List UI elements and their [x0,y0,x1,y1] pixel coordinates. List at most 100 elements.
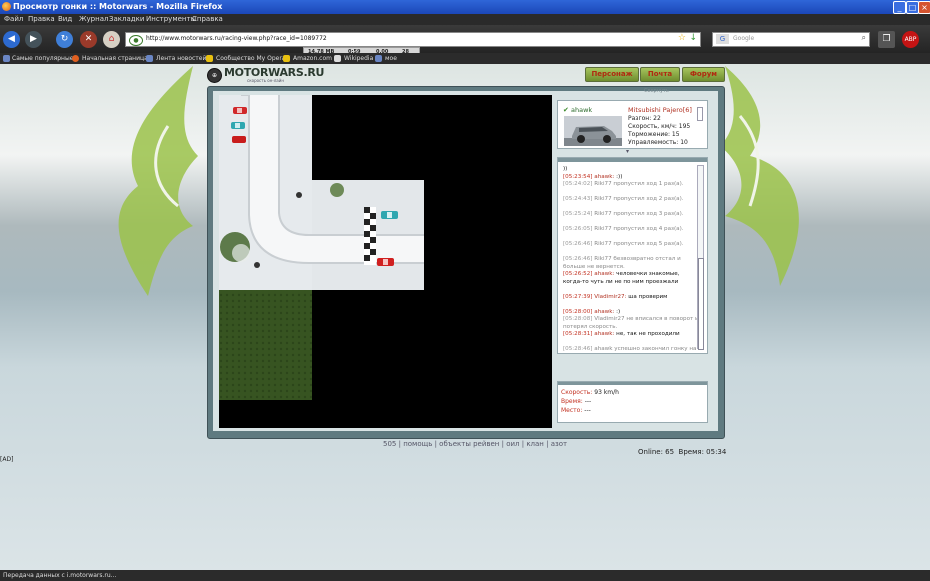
chat-message: [05:28:46] ahawk успешно закончил гонку … [563,346,699,353]
chat-message: [05:26:52] ahawk: человечки знакомые, ко… [563,271,699,286]
status-text: Передача данных с i.motorwars.ru... [3,572,117,579]
car-red-second [232,136,246,143]
rss-folder-icon [146,55,153,62]
google-icon[interactable]: G [716,34,729,44]
menu-file[interactable]: Файл [4,15,23,23]
back-icon[interactable]: ◀ [3,31,20,48]
chat-message: [05:26:05] Riki77 пропустил ход 4 раз(а)… [563,226,699,234]
bookmark-folder-icon [3,55,10,62]
bookmark-start-page[interactable]: Начальная страница [82,55,148,62]
leaf-decoration-right [720,66,799,286]
chat-time: [05:24:43] [563,196,593,202]
car-cyan-finish [381,211,398,219]
home-icon[interactable]: ⌂ [103,31,120,48]
footer-link-clan[interactable]: клан [526,440,544,448]
menu-bookmarks[interactable]: Закладки [109,15,144,23]
time-row: Время: --- [561,398,592,405]
chat-message: [05:26:46] Riki77 пропустил ход 5 раз(а)… [563,241,699,249]
go-arrow-icon[interactable]: ↓ [689,33,697,43]
footer-link-nitrogen[interactable]: азот [551,440,567,448]
chat-nick[interactable]: Vladimir27: [594,294,626,300]
chat-text: Riki77 пропустил ход 2 раз(а). [594,196,684,202]
search-input[interactable]: G Google ⌕ [712,32,870,47]
player-panel: ✔ ahawk Mitsubishi Pajero[6] Разгон: 22 … [557,100,708,149]
chat-message: [05:28:31] ahawk: не, так не проходили [563,331,699,339]
site-identity-icon[interactable]: ● [129,35,143,46]
player-flag-icon: ✔ [563,106,569,114]
chat-text: :)) [616,173,623,180]
chat-text: Riki77 пропустил ход 3 раз(а). [594,211,684,217]
bookmark-wikipedia[interactable]: Wikipedia [344,55,373,62]
site-logo[interactable]: ⊕ MOTORWARS.RU скорость он-лайн [207,66,324,84]
chat-text: Riki77 пропустил ход 1 раз(а). [594,181,684,187]
star-icon-2 [283,55,290,62]
chat-message: [05:23:54] ahawk: :)) [563,174,699,182]
stat-acceleration: Разгон: 22 [628,115,661,122]
character-button[interactable]: Персонаж [585,67,639,82]
stat-speed: Скорость, км/ч: 195 [628,123,691,130]
bookmark-my-opera[interactable]: Сообщество My Opera [216,55,285,62]
chat-nick[interactable]: ahawk: [594,331,614,337]
footer-link-objects[interactable]: объекты рейвен [439,440,499,448]
stat-braking: Торможение: 15 [628,131,680,138]
reload-icon[interactable]: ↻ [56,31,73,48]
chat-message: [05:24:43] Riki77 пропустил ход 2 раз(а)… [563,196,699,204]
car-cyan-top [231,122,245,129]
close-button[interactable]: × [918,1,930,14]
menu-help[interactable]: Справка [192,15,223,23]
address-bar[interactable]: ● http://www.motorwars.ru/racing-view.ph… [125,32,701,47]
chat-time: [05:26:05] [563,226,593,232]
chevron-down-icon[interactable]: ▾ [626,148,629,155]
footer-link-505[interactable]: 505 [383,440,396,448]
chat-time: [05:28:08] [563,316,593,322]
bookmark-star-icon[interactable]: ☆ [678,33,686,43]
speed-value: 93 km/h [594,389,619,396]
star-icon [206,55,213,62]
time-value: --- [584,398,592,405]
windows-icon[interactable]: ❐ [878,31,895,48]
chat-text: :) [616,308,621,315]
chat-message: [05:27:39] Vladimir27: ша проверим [563,294,699,302]
bookmarks-bar: Самые популярные Начальная страница Лент… [0,53,930,64]
footer-links: 505 | помощь | объекты рейвен | оил | кл… [383,440,568,448]
race-map[interactable] [219,95,552,428]
car-photo [564,116,622,146]
collapse-link[interactable]: Свернуть [644,88,669,94]
bookmark-mine[interactable]: мое [385,55,397,62]
place-row: Место: --- [561,407,591,414]
search-magnifier-icon[interactable]: ⌕ [862,33,866,43]
forward-icon[interactable]: ▶ [25,31,42,48]
footer-link-oil[interactable]: оил [506,440,519,448]
minimize-button[interactable]: _ [893,1,906,14]
chat-nick[interactable]: ahawk: [594,271,614,277]
menu-tools[interactable]: Инструменты [146,15,196,23]
chat-nick[interactable]: ahawk: [594,174,614,180]
player-scrollbar[interactable] [697,107,703,121]
finish-line [364,207,376,265]
car-red-finish [377,258,394,266]
navigation-bar: ◀ ▶ ↻ ✕ ⌂ ● http://www.motorwars.ru/raci… [0,25,930,53]
player-car[interactable]: Mitsubishi Pajero[6] [628,106,692,114]
chat-text: Riki77 пропустил ход 4 раз(а). [594,226,684,232]
chat-scroll-thumb[interactable] [698,258,704,350]
menu-edit[interactable]: Правка [28,15,55,23]
bookmark-news-feed[interactable]: Лента новостей [156,55,206,62]
mail-button[interactable]: Почта [640,67,680,82]
chat-message: [05:26:46] Riki77 безвозвратно отстал и … [563,256,699,271]
bookmark-amazon[interactable]: Amazon.com [293,55,332,62]
stop-icon[interactable]: ✕ [80,31,97,48]
stat-handling: Управляемость: 10 [628,139,688,146]
footer-link-help[interactable]: помощь [403,440,432,448]
race-status-panel: Скорость: 93 km/h Время: --- Место: --- [557,381,708,423]
menu-history[interactable]: Журнал [79,15,108,23]
player-name[interactable]: ahawk [571,106,592,114]
forum-button[interactable]: Форум [682,67,725,82]
online-count: Online: 65 [638,448,675,456]
chat-nick[interactable]: ahawk: [594,309,614,315]
bookmark-popular[interactable]: Самые популярные [12,55,73,62]
adblock-icon[interactable]: ABP [902,31,919,48]
chat-time: [05:28:31] [563,331,593,337]
menu-view[interactable]: Вид [58,15,72,23]
chat-time: [05:23:54] [563,173,593,180]
ad-placeholder[interactable]: [AD] [0,456,13,463]
